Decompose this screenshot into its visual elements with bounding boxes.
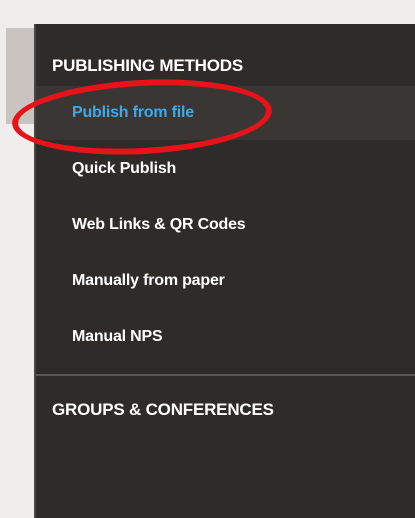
menu-item-manual-nps[interactable]: Manual NPS bbox=[36, 310, 415, 364]
menu-item-quick-publish[interactable]: Quick Publish bbox=[36, 142, 415, 196]
menu-divider bbox=[36, 374, 415, 376]
publishing-menu: PUBLISHING METHODS Publish from file Qui… bbox=[34, 24, 415, 518]
section-title-publishing-methods: PUBLISHING METHODS bbox=[52, 56, 243, 75]
menu-item-manually-from-paper[interactable]: Manually from paper bbox=[36, 254, 415, 308]
menu-item-publish-from-file[interactable]: Publish from file bbox=[36, 86, 415, 140]
background-panel bbox=[6, 28, 34, 124]
section-title-groups-conferences[interactable]: GROUPS & CONFERENCES bbox=[52, 400, 274, 420]
menu-item-web-links-qr-codes[interactable]: Web Links & QR Codes bbox=[36, 198, 415, 252]
background-strip bbox=[0, 0, 34, 518]
